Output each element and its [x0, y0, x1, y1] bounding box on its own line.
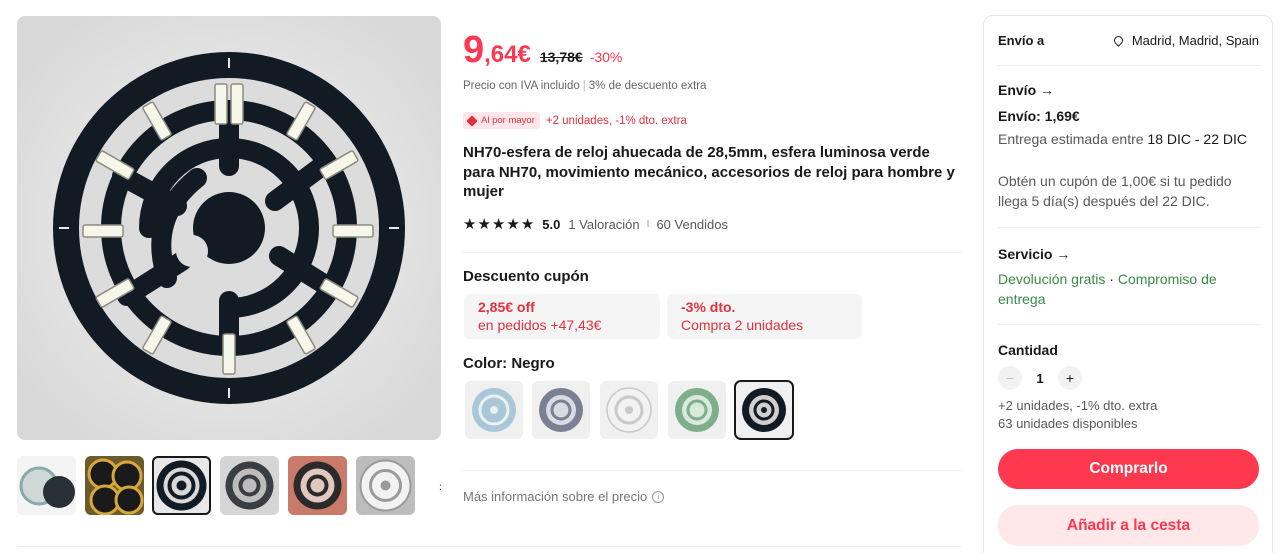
- service-items: Devolución gratis · Compromiso de entreg…: [998, 271, 1217, 307]
- stock-note: 63 unidades disponibles: [998, 416, 1138, 431]
- bulk-discount-note: +2 unidades, -1% dto. extra: [998, 398, 1158, 413]
- color-swatch[interactable]: [465, 381, 523, 439]
- color-heading: Color: Negro: [463, 355, 555, 372]
- shipping-heading-link[interactable]: Envío →: [998, 82, 1054, 98]
- coupon-card[interactable]: 2,85€ off en pedidos +47,43€: [464, 294, 660, 339]
- ship-to-location[interactable]: Madrid, Madrid, Spain: [1111, 33, 1259, 48]
- shipping-cost: Envío: 1,69€: [998, 108, 1080, 124]
- thumbnail[interactable]: [17, 456, 76, 515]
- ship-to-label: Envío a: [998, 33, 1045, 48]
- divider: [463, 470, 961, 471]
- coupon-heading: Descuento cupón: [463, 268, 589, 285]
- star-icon: ★: [477, 216, 491, 233]
- divider: [998, 65, 1260, 66]
- divider: [17, 546, 961, 547]
- coupon-card[interactable]: -3% dto. Compra 2 unidades: [667, 294, 862, 339]
- wholesale-text: +2 unidades, -1% dto. extra: [545, 114, 687, 127]
- star-icon: ★: [463, 216, 477, 233]
- star-icon: ★: [520, 216, 535, 233]
- quantity-value[interactable]: 1: [1022, 371, 1058, 386]
- tax-note: Precio con IVA incluido | 3% de descuento …: [463, 80, 707, 92]
- rating-stars: ★ ★ ★ ★ ★: [463, 217, 535, 232]
- star-icon: ★: [491, 216, 506, 233]
- divider: [998, 227, 1260, 228]
- price-integer: 9: [463, 29, 485, 71]
- rating-row: ★ ★ ★ ★ ★ 5.0 1 Valoración I 60 Vendidos: [463, 216, 729, 233]
- thumbnail[interactable]: [85, 456, 144, 515]
- thumbnail[interactable]: [220, 456, 279, 515]
- thumbnail[interactable]: [288, 456, 347, 515]
- add-to-cart-button[interactable]: Añadir a la cesta: [998, 505, 1259, 546]
- price-decimal: ,64€: [484, 41, 531, 68]
- main-product-image[interactable]: [17, 16, 441, 440]
- rating-score: 5.0: [542, 217, 561, 232]
- plus-icon[interactable]: +: [1058, 366, 1082, 390]
- color-swatch[interactable]: [532, 381, 590, 439]
- price: 9 ,64€ 13,78€ -30%: [463, 30, 622, 70]
- minus-icon[interactable]: −: [998, 366, 1022, 390]
- thumbnail[interactable]: [152, 456, 211, 515]
- buy-now-button[interactable]: Comprarlo: [998, 449, 1259, 489]
- reviews-link[interactable]: 1 Valoración: [568, 217, 639, 232]
- quantity-heading: Cantidad: [998, 342, 1058, 358]
- divider: [998, 324, 1260, 325]
- chevron-right-icon[interactable]: ›: [425, 456, 441, 515]
- wholesale-offer: Al por mayor +2 unidades, -1% dto. extra: [463, 112, 687, 129]
- price-info-link[interactable]: Más información sobre el precio i: [463, 489, 665, 504]
- color-swatch[interactable]: [668, 381, 726, 439]
- original-price: 13,78€: [539, 49, 583, 65]
- info-icon: i: [652, 490, 665, 503]
- delivery-estimate: Entrega estimada entre 18 DIC - 22 DIC: [998, 131, 1248, 147]
- service-heading-link[interactable]: Servicio →: [998, 246, 1070, 262]
- divider: [463, 252, 961, 253]
- color-swatch-selected[interactable]: [734, 380, 794, 440]
- color-swatch[interactable]: [600, 381, 658, 439]
- sold-count: 60 Vendidos: [656, 217, 729, 232]
- quantity-stepper: − 1 +: [998, 366, 1082, 390]
- delivery-coupon-note: Obtén un cupón de 1,00€ si tu pedido lle…: [998, 173, 1232, 209]
- star-icon: ★: [506, 216, 520, 233]
- product-title: NH70-esfera de reloj ahuecada de 28,5mm,…: [463, 144, 955, 200]
- thumbnail[interactable]: [356, 456, 415, 515]
- wholesale-badge: Al por mayor: [463, 112, 540, 129]
- location-pin-icon: [1111, 34, 1125, 47]
- tag-icon: [466, 114, 478, 127]
- discount-percent: -30%: [589, 49, 623, 65]
- thumbnail-strip: ›: [17, 456, 441, 516]
